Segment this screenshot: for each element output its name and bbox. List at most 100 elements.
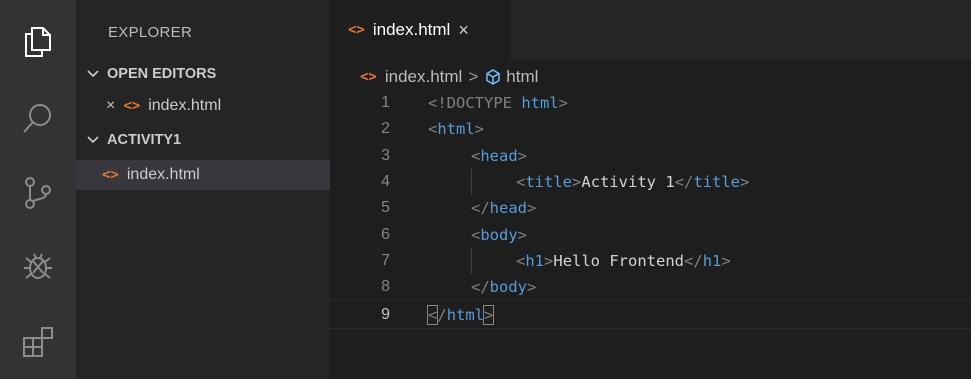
html-file-icon: <>: [123, 98, 141, 114]
code-text: </html>: [426, 304, 495, 325]
search-button[interactable]: [0, 88, 76, 148]
indent-guide: [471, 168, 472, 196]
code-line[interactable]: 9 </html>: [330, 300, 971, 329]
code-line[interactable]: 5 </head>: [330, 195, 971, 221]
line-number: 3: [381, 146, 390, 164]
code-text: <!DOCTYPE html>: [428, 94, 568, 112]
breadcrumb: <> index.html > html: [360, 66, 538, 88]
open-editor-item-index-html[interactable]: × <> index.html: [76, 93, 330, 119]
tag-name-token: title: [525, 173, 573, 192]
code-line[interactable]: 3 <head>: [330, 143, 971, 169]
html-file-icon: <>: [360, 69, 377, 85]
extensions-icon: [23, 327, 53, 357]
tab-bar: <> index.html ×: [330, 0, 971, 60]
line-number: 1: [381, 94, 390, 112]
code-line[interactable]: 6 <body>: [330, 221, 971, 247]
tag-name-token: title: [693, 173, 741, 192]
bracket-token: >: [572, 173, 582, 192]
bracket-token: </: [471, 199, 490, 218]
tag-name-token: h1: [525, 251, 545, 270]
bracket-token: <: [516, 251, 526, 270]
bracket-token: >: [740, 173, 750, 192]
bracket-token: <: [516, 173, 526, 192]
open-editor-filename: index.html: [148, 97, 222, 114]
vscode-window: EXPLORER OPEN EDITORS × <> index.html AC…: [0, 0, 971, 379]
breadcrumb-file[interactable]: index.html: [385, 67, 462, 87]
activity-bar: [0, 0, 76, 379]
code-line[interactable]: 2 <html>: [330, 116, 971, 142]
bracket-token: <: [471, 225, 481, 244]
bracket-token: /: [437, 305, 447, 324]
tag-name-token: body: [489, 278, 527, 297]
breadcrumb-symbol[interactable]: html: [506, 67, 538, 87]
text-token: Activity 1: [581, 173, 675, 192]
tag-name-token: head: [480, 146, 518, 165]
debug-icon: [24, 253, 52, 279]
html-file-icon: <>: [102, 167, 119, 183]
code-text: <html>: [428, 120, 484, 138]
tag-name-token: html: [437, 120, 475, 139]
tag-name-token: html: [521, 94, 559, 113]
chevron-down-icon: [85, 66, 101, 82]
bracket-token: >: [527, 199, 537, 218]
source-control-button[interactable]: [0, 162, 76, 222]
bracket-token: </: [674, 173, 694, 192]
code-line[interactable]: 4 <title>Activity 1</title>: [330, 168, 971, 196]
chevron-down-icon: [85, 132, 101, 148]
bracket-token: >: [544, 251, 554, 270]
sidebar-title: EXPLORER: [108, 24, 193, 41]
bracket-token: >: [527, 278, 537, 297]
close-editor-icon[interactable]: ×: [106, 97, 115, 115]
code-line[interactable]: 7 <h1>Hello Frontend</h1>: [330, 247, 971, 275]
tab-close-icon[interactable]: ×: [458, 20, 469, 41]
source-control-icon: [25, 177, 51, 209]
tag-name-token: h1: [702, 251, 722, 270]
bracket-token: <: [428, 120, 438, 139]
tab-index-html[interactable]: <> index.html ×: [330, 0, 510, 60]
tab-label: index.html: [372, 20, 451, 39]
explorer-sidebar: EXPLORER OPEN EDITORS × <> index.html AC…: [76, 0, 330, 379]
breadcrumb-separator: >: [468, 67, 479, 86]
project-folder-header[interactable]: ACTIVITY1: [76, 127, 330, 153]
debug-button[interactable]: [0, 236, 76, 296]
extensions-button[interactable]: [0, 312, 76, 372]
code-line[interactable]: 1 <!DOCTYPE html>: [330, 90, 971, 116]
symbol-cube-icon: [486, 69, 501, 85]
project-folder-label: ACTIVITY1: [107, 132, 182, 148]
indent-guide: [471, 247, 472, 275]
bracket-token: >: [517, 146, 528, 165]
code-text: <head>: [471, 147, 527, 165]
explorer-button[interactable]: [0, 12, 76, 72]
bracket-token: <: [426, 304, 439, 325]
file-item-index-html[interactable]: <> index.html: [76, 160, 330, 190]
open-editors-header[interactable]: OPEN EDITORS: [76, 61, 330, 87]
file-item-label: index.html: [126, 166, 200, 183]
line-number: 4: [381, 173, 390, 191]
code-text: <title>Activity 1</title>: [516, 173, 749, 191]
text-token: Hello Frontend: [553, 251, 685, 270]
bracket-token: >: [482, 304, 495, 325]
tag-name-token: html: [446, 305, 485, 324]
explorer-icon: [25, 27, 51, 57]
line-number: 7: [381, 251, 390, 269]
line-number: 2: [381, 120, 390, 138]
line-number: 5: [381, 199, 390, 217]
bracket-token: >: [721, 251, 731, 270]
bracket-token: >: [517, 225, 528, 244]
bracket-token: <: [471, 146, 481, 165]
line-number: 9: [381, 305, 390, 323]
code-text: </body>: [471, 278, 536, 296]
code-line[interactable]: 8 </body>: [330, 274, 971, 300]
editor-area: <> index.html × <> index.html > html 1 <!…: [330, 0, 971, 379]
code-editor[interactable]: 1 <!DOCTYPE html> 2 <html> 3 <head> 4 <title>Ac…: [330, 90, 971, 329]
bracket-token: >: [474, 120, 485, 139]
code-text: <body>: [471, 226, 527, 244]
bracket-token: </: [684, 251, 703, 270]
tag-name-token: body: [480, 225, 518, 244]
code-text: <h1>Hello Frontend</h1>: [516, 252, 731, 270]
bracket-token: </: [471, 278, 490, 297]
line-number: 6: [381, 225, 390, 243]
bracket-token: <!DOCTYPE: [428, 94, 522, 113]
html-file-icon: <>: [348, 22, 365, 38]
line-number: 8: [381, 278, 390, 296]
